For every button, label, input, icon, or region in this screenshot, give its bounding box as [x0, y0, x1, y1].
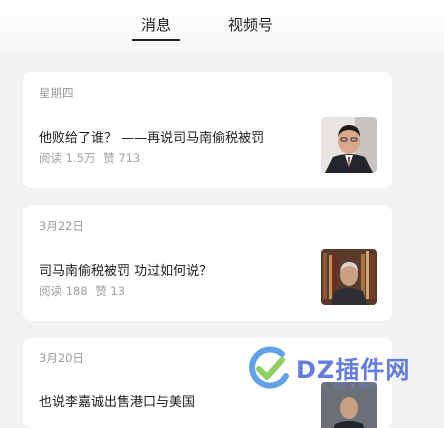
article-thumbnail[interactable]: [321, 249, 377, 305]
article-thumbnail[interactable]: [321, 117, 377, 173]
article-title[interactable]: 他败给了谁？ ——再说司马南偷税被罚: [39, 127, 264, 146]
tab-bar: 消息 视频号: [0, 0, 444, 52]
watermark-logo: DZ插件网 DZ-X.NET: [244, 340, 444, 410]
article-card[interactable]: 3月22日 司马南偷税被罚 功过如何说？ 阅读 188 赞 13: [23, 205, 392, 321]
tab-channels[interactable]: 视频号: [228, 15, 273, 41]
tab-messages[interactable]: 消息: [132, 15, 180, 41]
watermark-text: DZ插件网: [296, 356, 411, 384]
read-count: 阅读 188: [39, 284, 88, 298]
article-card[interactable]: 星期四 他败给了谁？ ——再说司马南偷税被罚 阅读 1.5万 赞 713: [23, 72, 392, 188]
article-date: 3月22日: [39, 219, 84, 233]
like-count: 赞 13: [95, 284, 126, 298]
read-count: 阅读 1.5万: [39, 151, 96, 165]
article-title[interactable]: 司马南偷税被罚 功过如何说？: [39, 260, 212, 279]
article-date: 星期四: [39, 86, 74, 100]
article-stats: 阅读 1.5万 赞 713: [39, 150, 140, 166]
article-title[interactable]: 也说李嘉诚出售港口与美国: [39, 391, 195, 410]
like-count: 赞 713: [103, 151, 141, 165]
watermark-subtext: DZ-X.NET: [334, 382, 377, 392]
article-stats: 阅读 188 赞 13: [39, 283, 125, 299]
article-date: 3月20日: [39, 351, 84, 365]
watermark-icon: [249, 346, 289, 389]
